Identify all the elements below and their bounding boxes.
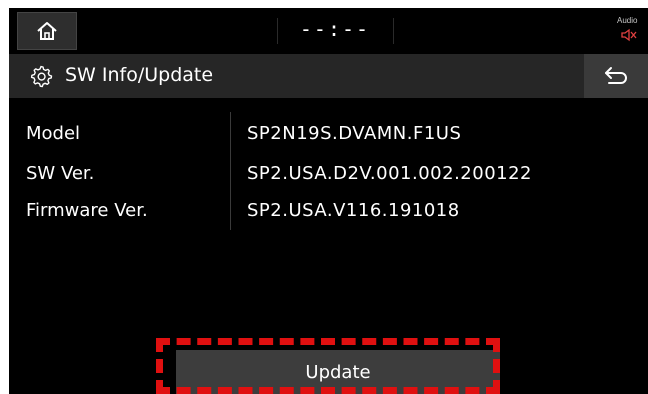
back-arrow-icon [605,67,627,84]
model-value: SP2N19S.DVAMN.F1US [247,123,462,144]
sw-version-value: SP2.USA.D2V.001.002.200122 [247,163,533,184]
status-bar: --:-- Audio [9,8,648,54]
page-title: SW Info/Update [65,64,214,86]
infotainment-screen: --:-- Audio SW Info/Update Model SP2N19S… [9,8,648,394]
sw-version-label: SW Ver. [26,163,95,184]
home-icon [37,22,57,40]
highlight-annotation [156,338,500,394]
clock-display: --:-- [299,17,371,41]
back-button[interactable] [584,54,648,98]
model-label: Model [26,123,81,144]
firmware-version-label: Firmware Ver. [26,200,148,221]
gear-icon [30,65,53,88]
column-divider [230,112,231,230]
audio-status-label: Audio [617,16,638,25]
home-button[interactable] [17,12,77,50]
speaker-mute-icon [621,28,637,42]
title-bar: SW Info/Update [9,54,648,98]
firmware-version-value: SP2.USA.V116.191018 [247,200,460,221]
clock-divider-right [393,18,394,44]
